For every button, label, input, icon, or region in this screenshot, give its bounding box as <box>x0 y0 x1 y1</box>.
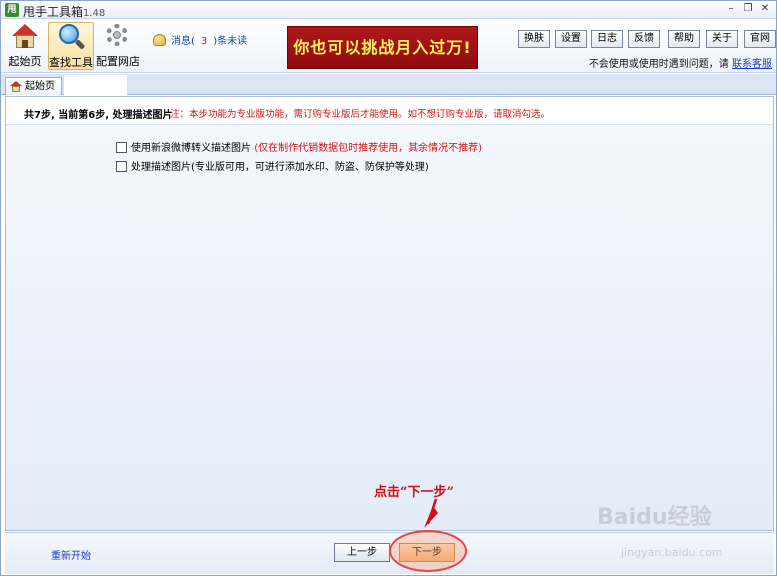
messages-suffix: )条未读 <box>213 36 248 47</box>
promo-banner-text: 你也可以挑战月入过万! <box>293 38 472 57</box>
tab-strip: 起始页 <box>1 74 776 97</box>
settings-button[interactable]: 设置 <box>555 30 587 48</box>
watermark-logo: Baidu经验 <box>597 505 712 530</box>
tab-start-page-label: 起始页 <box>25 81 55 92</box>
app-window: 甩 甩手工具箱1.48 – ❐ ✕ 起始页 查找工具 配置网店 消息(3)条… <box>0 0 777 576</box>
unread-messages[interactable]: 消息( 3 )条未读 <box>153 32 247 47</box>
contact-support-link[interactable]: 联系客服 <box>732 59 772 70</box>
prev-step-button[interactable]: 上一步 <box>334 543 390 562</box>
help-text: 不会使用或使用时遇到问题，请 <box>588 59 729 70</box>
about-button[interactable]: 关于 <box>706 30 738 48</box>
home-icon <box>10 81 22 92</box>
home-icon <box>10 22 40 50</box>
option-weibo-images[interactable]: 使用新浪微博转义描述图片 (仅在制作代销数据包时推荐使用，其余情况不推荐) <box>116 139 482 154</box>
tab-start-page[interactable]: 起始页 <box>5 77 62 95</box>
annotation-text: 点击“下一步” <box>374 485 454 500</box>
tool-configure-shop-label: 配置网店 <box>96 55 140 68</box>
window-title: 甩手工具箱1.48 <box>23 3 105 20</box>
help-button[interactable]: 帮助 <box>668 30 700 48</box>
restore-icon[interactable]: ❐ <box>740 2 756 16</box>
messages-count: 3 <box>200 36 208 47</box>
step-title: 共7步, 当前第6步, 处理描述图片 <box>24 110 173 121</box>
step-header: 共7步, 当前第6步, 处理描述图片 注：本步功能为专业版功能，需订购专业版后才… <box>6 97 773 125</box>
gear-icon <box>102 22 132 50</box>
main-toolbar: 起始页 查找工具 配置网店 消息( 3 )条未读 你也可以挑战月入过万! 换肤 设置… <box>1 20 776 73</box>
message-icon <box>153 34 166 46</box>
title-bar: 甩 甩手工具箱1.48 – ❐ ✕ <box>1 1 776 19</box>
skin-button[interactable]: 换肤 <box>518 30 550 48</box>
app-icon: 甩 <box>5 3 19 17</box>
website-button[interactable]: 官网 <box>744 30 776 48</box>
option-weibo-images-label: 使用新浪微博转义描述图片 <box>131 143 251 154</box>
option-weibo-images-checkbox[interactable] <box>116 142 127 153</box>
window-version: 1.48 <box>83 8 106 19</box>
tool-find-tools[interactable]: 查找工具 <box>48 22 94 70</box>
feedback-button[interactable]: 反馈 <box>628 30 660 48</box>
option-process-images[interactable]: 处理描述图片(专业版可用，可进行添加水印、防盗、防保护等处理) <box>116 158 429 173</box>
tool-find-tools-label: 查找工具 <box>49 56 93 69</box>
log-button[interactable]: 日志 <box>591 30 623 48</box>
option-process-images-checkbox[interactable] <box>116 161 127 172</box>
messages-prefix: 消息( <box>171 36 195 47</box>
minimize-icon[interactable]: – <box>723 2 739 16</box>
step-note: 注：本步功能为专业版功能，需订购专业版后才能使用。如不想订购专业版，请取消勾选。 <box>170 109 551 120</box>
tool-start-page[interactable]: 起始页 <box>5 22 45 70</box>
tool-configure-shop[interactable]: 配置网店 <box>96 22 140 70</box>
next-button-highlight <box>389 530 467 572</box>
wizard-content: 共7步, 当前第6步, 处理描述图片 注：本步功能为专业版功能，需订购专业版后才… <box>5 96 774 531</box>
watermark-url: jingyan.baidu.com <box>621 546 723 559</box>
promo-banner[interactable]: 你也可以挑战月入过万! <box>287 26 478 69</box>
tool-start-page-label: 起始页 <box>8 55 42 68</box>
help-line: 不会使用或使用时遇到问题，请 联系客服 <box>589 55 772 70</box>
option-weibo-images-note: (仅在制作代销数据包时推荐使用，其余情况不推荐) <box>254 143 482 154</box>
search-icon <box>56 23 86 51</box>
tab-blank-area <box>63 75 127 97</box>
close-icon[interactable]: ✕ <box>757 2 773 16</box>
restart-link[interactable]: 重新开始 <box>51 547 91 562</box>
option-process-images-label: 处理描述图片(专业版可用，可进行添加水印、防盗、防保护等处理) <box>131 162 429 173</box>
window-title-text: 甩手工具箱 <box>23 5 84 19</box>
